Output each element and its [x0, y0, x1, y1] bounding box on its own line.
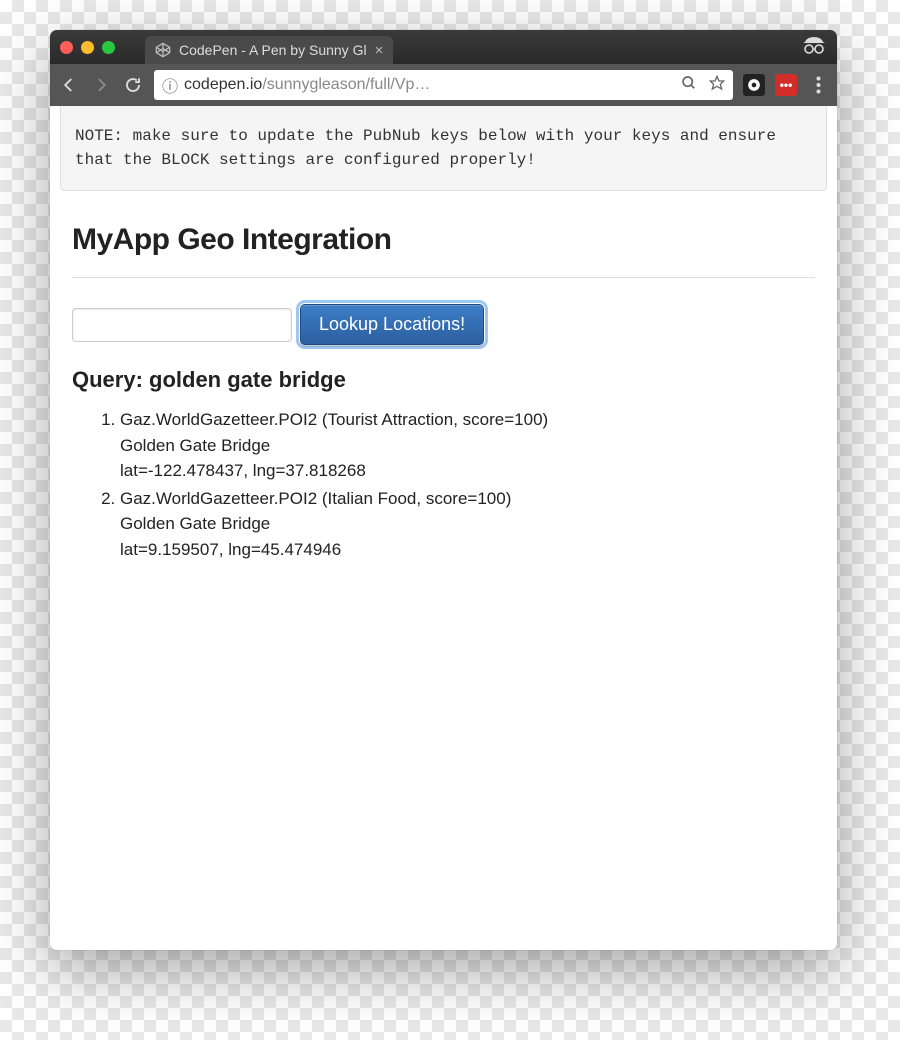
incognito-icon: [801, 34, 827, 61]
search-icon[interactable]: [681, 75, 697, 96]
back-button[interactable]: [58, 74, 80, 96]
query-label: Query: golden gate bridge: [72, 367, 815, 393]
page-content: NOTE: make sure to update the PubNub key…: [50, 106, 837, 950]
reload-button[interactable]: [122, 74, 144, 96]
browser-window: CodePen - A Pen by Sunny Gl × ⓘ codepen.…: [50, 30, 837, 950]
window-controls: [60, 41, 115, 54]
page-title: MyApp Geo Integration: [72, 223, 815, 257]
results-list: Gaz.WorldGazetteer.POI2 (Tourist Attract…: [72, 407, 815, 562]
url-text: codepen.io/sunnygleason/full/Vp…: [184, 76, 430, 94]
toolbar: ⓘ codepen.io/sunnygleason/full/Vp… •••: [50, 64, 837, 106]
divider: [72, 277, 815, 278]
location-input[interactable]: [72, 308, 292, 342]
tab-close-icon[interactable]: ×: [375, 42, 384, 59]
close-window-button[interactable]: [60, 41, 73, 54]
result-item: Gaz.WorldGazetteer.POI2 (Italian Food, s…: [120, 486, 815, 563]
maximize-window-button[interactable]: [102, 41, 115, 54]
tab-title: CodePen - A Pen by Sunny Gl: [179, 42, 367, 58]
minimize-window-button[interactable]: [81, 41, 94, 54]
lookup-button[interactable]: Lookup Locations!: [300, 304, 484, 345]
codepen-icon: [155, 42, 171, 58]
note-box: NOTE: make sure to update the PubNub key…: [60, 106, 827, 191]
result-item: Gaz.WorldGazetteer.POI2 (Tourist Attract…: [120, 407, 815, 484]
bookmark-star-icon[interactable]: [709, 75, 725, 96]
extension-origin-icon[interactable]: [743, 74, 765, 96]
address-bar[interactable]: ⓘ codepen.io/sunnygleason/full/Vp…: [154, 70, 733, 100]
menu-icon[interactable]: [807, 76, 829, 94]
browser-tab[interactable]: CodePen - A Pen by Sunny Gl ×: [145, 36, 393, 64]
forward-button[interactable]: [90, 74, 112, 96]
titlebar: CodePen - A Pen by Sunny Gl ×: [50, 30, 837, 64]
site-info-icon[interactable]: ⓘ: [162, 73, 178, 97]
lookup-form: Lookup Locations!: [72, 304, 815, 345]
extension-lastpass-icon[interactable]: •••: [775, 74, 797, 96]
